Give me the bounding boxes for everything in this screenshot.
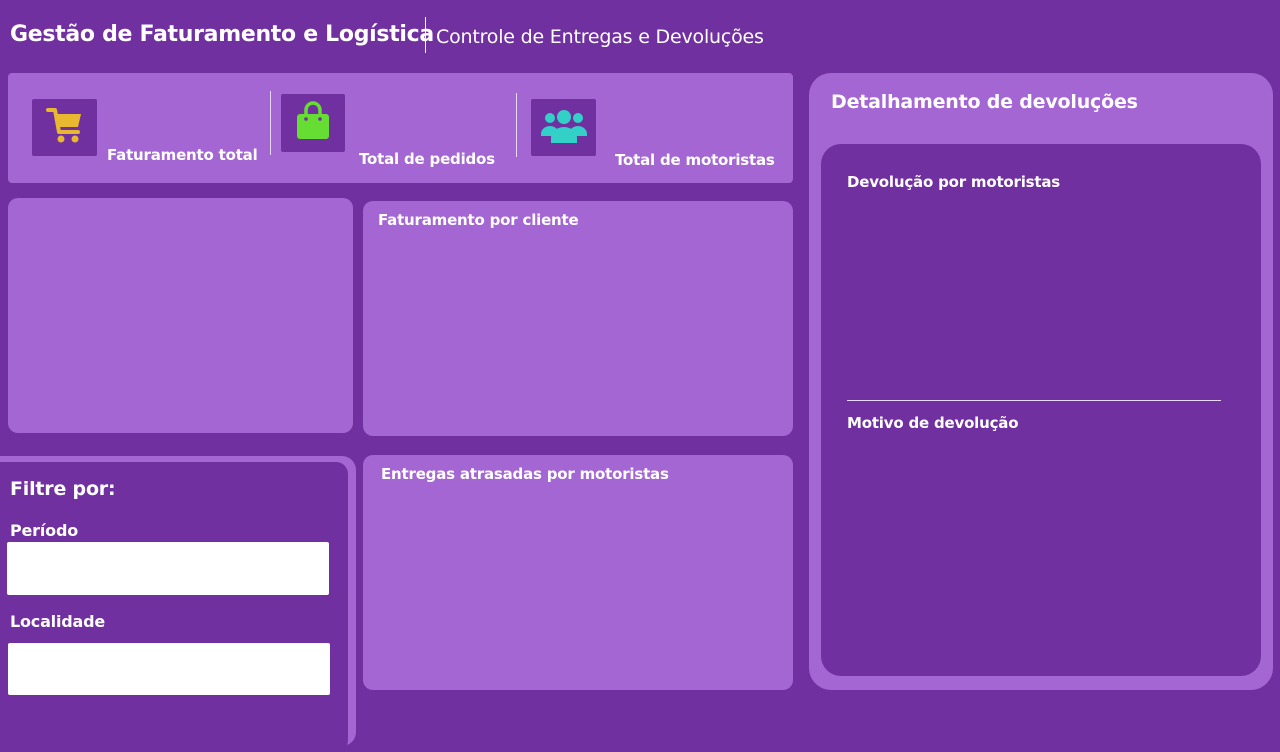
kpi-separator (516, 93, 517, 157)
kpi-drivers-label: Total de motoristas (615, 151, 775, 169)
return-reason-title: Motivo de devolução (847, 414, 1019, 432)
location-filter-input[interactable] (8, 643, 330, 695)
kpi-revenue-icon-box (32, 99, 97, 156)
kpi-drivers-icon-box (531, 99, 596, 156)
filter-panel (0, 462, 348, 752)
page-title: Gestão de Faturamento e Logística (10, 22, 434, 47)
period-label: Período (10, 521, 78, 540)
revenue-by-client-panel: Faturamento por cliente (363, 201, 793, 436)
late-deliveries-title: Entregas atrasadas por motoristas (381, 465, 669, 483)
period-filter-input[interactable] (7, 542, 329, 595)
revenue-by-client-title: Faturamento por cliente (378, 211, 579, 229)
empty-chart-panel (8, 198, 353, 433)
kpi-separator (270, 91, 271, 155)
kpi-orders-icon-box (281, 94, 345, 152)
title-divider (425, 17, 426, 53)
kpi-orders-label: Total de pedidos (359, 150, 495, 168)
shopping-cart-icon (45, 106, 84, 150)
returns-by-driver-title: Devolução por motoristas (847, 173, 1061, 191)
page-subtitle: Controle de Entregas e Devoluções (436, 26, 764, 48)
location-label: Localidade (10, 612, 105, 631)
shopping-bag-icon (295, 101, 331, 145)
returns-inner-panel (821, 144, 1261, 676)
people-group-icon (539, 107, 589, 149)
kpi-revenue-label: Faturamento total (107, 146, 258, 164)
returns-detail-title: Detalhamento de devoluções (831, 91, 1138, 113)
filter-title: Filtre por: (10, 478, 116, 500)
returns-divider (847, 400, 1221, 401)
late-deliveries-panel: Entregas atrasadas por motoristas (363, 455, 793, 690)
